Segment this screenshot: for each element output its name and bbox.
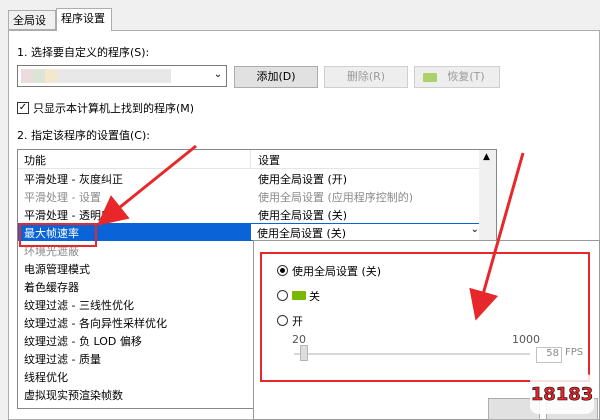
nvidia-logo-icon — [423, 73, 437, 82]
dropdown-value: 使用全局设置 (关) — [257, 227, 347, 240]
column-divider[interactable] — [250, 150, 251, 168]
column-feature-header[interactable]: 功能 — [24, 152, 46, 168]
program-select[interactable]: ⌄ — [17, 65, 227, 87]
feature-label: 纹理过滤 - 质量 — [24, 353, 101, 366]
feature-label: 平滑处理 - 灰度纠正 — [24, 173, 123, 186]
feature-label: 平滑处理 - 透明度 — [24, 209, 112, 222]
setting-value: 使用全局设置 (关) — [258, 209, 348, 222]
feature-label: 虚拟现实预渲染帧数 — [24, 389, 123, 402]
column-setting-header[interactable]: 设置 — [258, 152, 280, 168]
scroll-up-icon[interactable]: ▲ — [483, 152, 490, 162]
blurred-program-name — [21, 69, 171, 83]
list-item[interactable]: 平滑处理 - 设置 使用全局设置 (应用程序控制的) — [18, 187, 478, 205]
restore-button-label: 恢复(T) — [447, 70, 485, 83]
max-framerate-dropdown[interactable]: 使用全局设置 (关) ⌄ — [250, 223, 484, 241]
highlight-box-popup — [260, 252, 590, 382]
highlight-box-max-framerate — [19, 223, 97, 247]
feature-label: 电源管理模式 — [24, 263, 90, 276]
watermark-18183-logo: 18183 — [530, 374, 594, 414]
tab-global-settings[interactable]: 全局设置 — [8, 10, 56, 47]
delete-button[interactable]: 删除(R) — [324, 66, 408, 88]
feature-label: 线程优化 — [24, 371, 68, 384]
show-found-programs-checkbox[interactable]: ✓ — [17, 102, 29, 114]
chevron-down-icon[interactable]: ⌄ — [212, 69, 224, 83]
feature-label: 平滑处理 - 设置 — [24, 191, 101, 204]
feature-label: 纹理过滤 - 负 LOD 偏移 — [24, 335, 142, 348]
feature-label: 纹理过滤 - 各向异性采样优化 — [24, 317, 167, 330]
list-item[interactable]: 平滑处理 - 透明度 使用全局设置 (关) — [18, 205, 478, 223]
specify-settings-label: 2. 指定该程序的设置值(C): — [17, 129, 150, 142]
add-button[interactable]: 添加(D) — [234, 66, 318, 88]
list-item[interactable]: 平滑处理 - 灰度纠正 使用全局设置 (开) — [18, 169, 478, 187]
feature-label: 着色缓存器 — [24, 281, 79, 294]
tab-program-settings[interactable]: 程序设置 — [56, 8, 112, 31]
setting-value: 使用全局设置 (应用程序控制的) — [258, 191, 414, 204]
svg-text:18183: 18183 — [531, 384, 594, 405]
select-program-label: 1. 选择要自定义的程序(S): — [17, 46, 150, 59]
feature-label: 纹理过滤 - 三线性优化 — [24, 299, 134, 312]
setting-value: 使用全局设置 (开) — [258, 173, 348, 186]
chevron-down-icon[interactable]: ⌄ — [471, 224, 479, 235]
list-header: 功能 设置 — [18, 150, 496, 169]
restore-button[interactable]: 恢复(T) — [414, 66, 500, 88]
show-found-programs-label: 只显示本计算机上找到的程序(M) — [33, 102, 195, 115]
